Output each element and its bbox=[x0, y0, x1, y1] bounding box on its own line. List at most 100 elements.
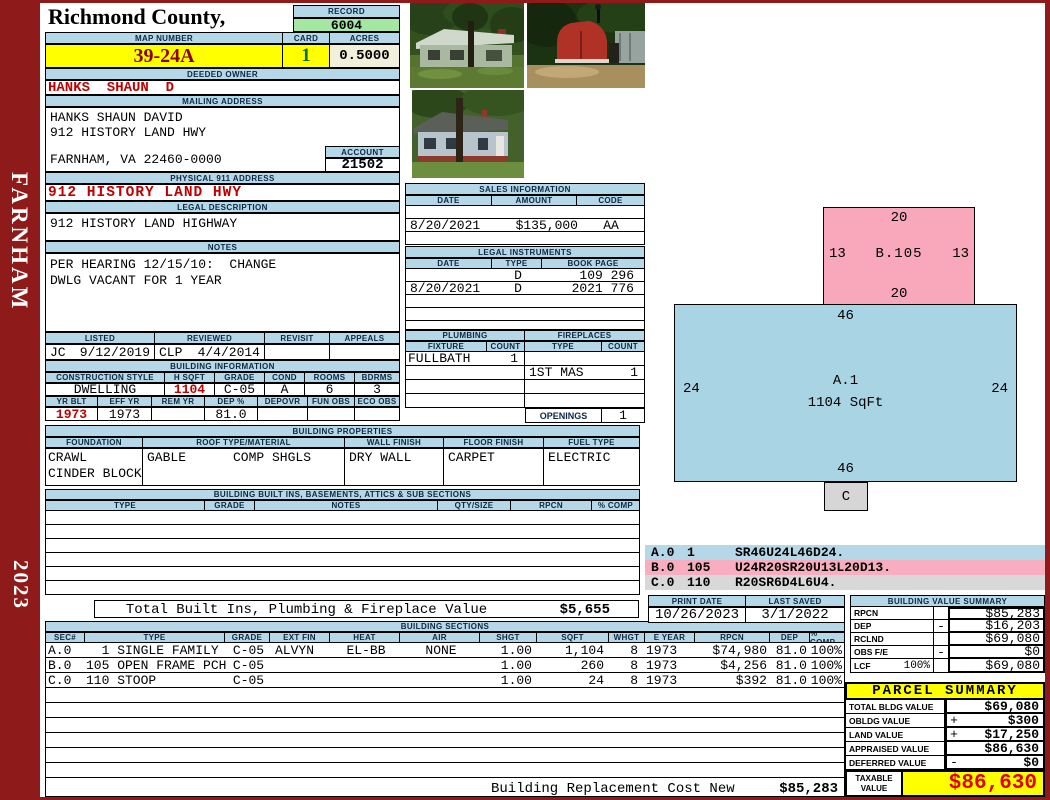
parcel-value: $0 bbox=[1023, 754, 1039, 770]
sketch-section-b: 20 13 B.105 13 20 bbox=[823, 207, 975, 305]
card-value: 1 bbox=[301, 45, 311, 66]
building-section-empty-row bbox=[45, 748, 845, 763]
fuel-type-header: FUEL TYPE bbox=[544, 437, 640, 448]
sidebar-year-label: 2023 bbox=[9, 560, 33, 610]
bs-extfin-header: EXT FIN bbox=[270, 632, 330, 643]
appeals-label: APPEALS bbox=[330, 332, 400, 344]
print-date-label: PRINT DATE bbox=[648, 595, 746, 607]
roof-material-value: COMP SHGLS bbox=[233, 450, 312, 465]
legend-row-c: C.0 110 R20SR6D4L6U4. bbox=[645, 575, 1045, 590]
revisit-label: REVISIT bbox=[265, 332, 330, 344]
yrblt-header: YR BLT bbox=[45, 396, 98, 407]
effyr-header: EFF YR bbox=[98, 396, 152, 407]
building-section-empty-row bbox=[45, 703, 845, 718]
reviewed-label: REVIEWED bbox=[155, 332, 265, 344]
bs-b-comp: 100% bbox=[811, 658, 842, 672]
property-photo-front[interactable] bbox=[402, 0, 534, 88]
built-ins-type-header: TYPE bbox=[45, 500, 205, 511]
sales-row bbox=[405, 232, 645, 245]
building-section-empty-row bbox=[45, 733, 845, 748]
acres-label: ACRES bbox=[330, 32, 400, 44]
bs-a-heat: EL-BB bbox=[346, 643, 386, 657]
hsqft-header: H SQFT bbox=[165, 372, 215, 383]
bs-b-sec: B.0 bbox=[48, 658, 72, 672]
bs-a-extfin: ALVYN bbox=[275, 643, 315, 657]
fireplaces-label: FIREPLACES bbox=[525, 330, 645, 341]
built-ins-empty-row bbox=[45, 539, 640, 553]
plumbing-count-header: COUNT bbox=[487, 341, 525, 352]
bs-eyear-header: E YEAR bbox=[645, 632, 695, 643]
li-date bbox=[406, 295, 493, 307]
bs-c-heat bbox=[331, 673, 401, 687]
bs-air-header: AIR bbox=[400, 632, 480, 643]
legend-vector: R20SR6D4L6U4. bbox=[735, 575, 837, 590]
construction-style-value: DWELLING bbox=[45, 383, 165, 396]
bs-c-air bbox=[401, 673, 481, 687]
map-card-acres-headers: MAP NUMBER CARD ACRES bbox=[45, 32, 400, 44]
parcel-value: $17,250 bbox=[984, 726, 1039, 742]
bs-c-whgt: 8 bbox=[630, 673, 638, 687]
legal-description-value: 912 HISTORY LAND HIGHWAY bbox=[50, 216, 238, 231]
legal-instrument-filler-row bbox=[405, 321, 645, 330]
sketch-a-area: 1104 SqFt bbox=[807, 395, 884, 411]
last-saved-value: 3/1/2022 bbox=[746, 607, 845, 623]
physical-address-label: PHYSICAL 911 ADDRESS bbox=[45, 172, 400, 184]
grade-value: C-05 bbox=[215, 383, 265, 396]
bvs-pct: 100% bbox=[903, 659, 930, 672]
plumbing-fireplaces-headers: FIXTURE COUNT TYPE COUNT bbox=[405, 341, 645, 352]
replacement-cost-row: Building Replacement Cost New $85,283 bbox=[45, 778, 845, 797]
bvs-value: $69,080 bbox=[948, 658, 1045, 673]
ecoobs-value bbox=[355, 407, 400, 421]
bs-b-air bbox=[401, 658, 481, 672]
sales-row: 8/20/2021 $135,000 AA bbox=[405, 219, 645, 232]
legend-code: C.0 bbox=[651, 575, 675, 590]
sales-amount bbox=[493, 232, 578, 244]
bs-a-sec: A.0 bbox=[48, 643, 72, 657]
li-bookpage bbox=[543, 308, 644, 320]
bs-b-shgt: 1.00 bbox=[500, 658, 532, 672]
fireplace-count: 1 bbox=[630, 366, 638, 379]
building-section-empty-row bbox=[45, 688, 845, 703]
bs-a-type: 1 SINGLE FAMILY bbox=[86, 643, 219, 657]
property-photo-shed[interactable] bbox=[517, 0, 661, 88]
li-type-header: TYPE bbox=[492, 258, 542, 269]
li-bookpage bbox=[543, 295, 644, 307]
parcel-value: $86,630 bbox=[984, 740, 1039, 756]
sketch-b-right-dim: 13 bbox=[952, 246, 969, 262]
remyr-header: REM YR bbox=[152, 396, 205, 407]
property-photo-side[interactable] bbox=[405, 84, 533, 178]
bvs-label: LCF bbox=[854, 660, 871, 671]
sketch-c-id: C bbox=[841, 488, 851, 505]
wall-finish-header: WALL FINISH bbox=[345, 437, 444, 448]
deeded-owner-value: HANKS SHAUN D bbox=[45, 80, 400, 96]
record-label: RECORD bbox=[293, 5, 400, 18]
fireplace-type-header: TYPE bbox=[525, 341, 602, 352]
sales-code-header: CODE bbox=[577, 195, 645, 206]
parcel-label: TOTAL BLDG VALUE bbox=[845, 700, 945, 714]
cond-header: COND bbox=[265, 372, 305, 383]
depovr-header: DEPOVR bbox=[258, 396, 308, 407]
acres-value: 0.5000 bbox=[330, 44, 400, 68]
bs-b-whgt: 8 bbox=[630, 658, 638, 672]
map-number-label: MAP NUMBER bbox=[45, 32, 283, 44]
bs-whgt-header: WHGT bbox=[609, 632, 645, 643]
fireplace-row-1: 1ST MAS 1 bbox=[405, 366, 645, 380]
record-value: 6004 bbox=[293, 18, 400, 33]
map-number-value: 39-24A bbox=[133, 44, 195, 67]
parcel-sign: + bbox=[950, 712, 958, 728]
legal-description-label: LEGAL DESCRIPTION bbox=[45, 201, 400, 213]
bs-b-grade: C-05 bbox=[232, 658, 265, 672]
depovr-value bbox=[258, 407, 308, 421]
bs-b-eyear: 1973 bbox=[646, 658, 678, 672]
parcel-summary-rows: TOTAL BLDG VALUE $69,080 OBLDG VALUE + $… bbox=[845, 699, 1045, 770]
openings-label: OPENINGS bbox=[525, 408, 602, 423]
bvs-row-lcf: LCF 100% $69,080 bbox=[850, 658, 1045, 673]
funobs-header: FUN OBS bbox=[308, 396, 355, 407]
notes-line-2: DWLG VACANT FOR 1 YEAR bbox=[50, 273, 222, 288]
building-info-headers-1: CONSTRUCTION STYLE H SQFT GRADE COND ROO… bbox=[45, 372, 400, 383]
bs-c-rpcn: $392 bbox=[735, 673, 767, 687]
listed-label: LISTED bbox=[45, 332, 155, 344]
parcel-row-deferred: DEFERRED VALUE - $0 bbox=[845, 754, 1045, 770]
legal-instrument-row bbox=[405, 295, 645, 308]
bs-b-rpcn: $4,256 bbox=[720, 658, 767, 672]
